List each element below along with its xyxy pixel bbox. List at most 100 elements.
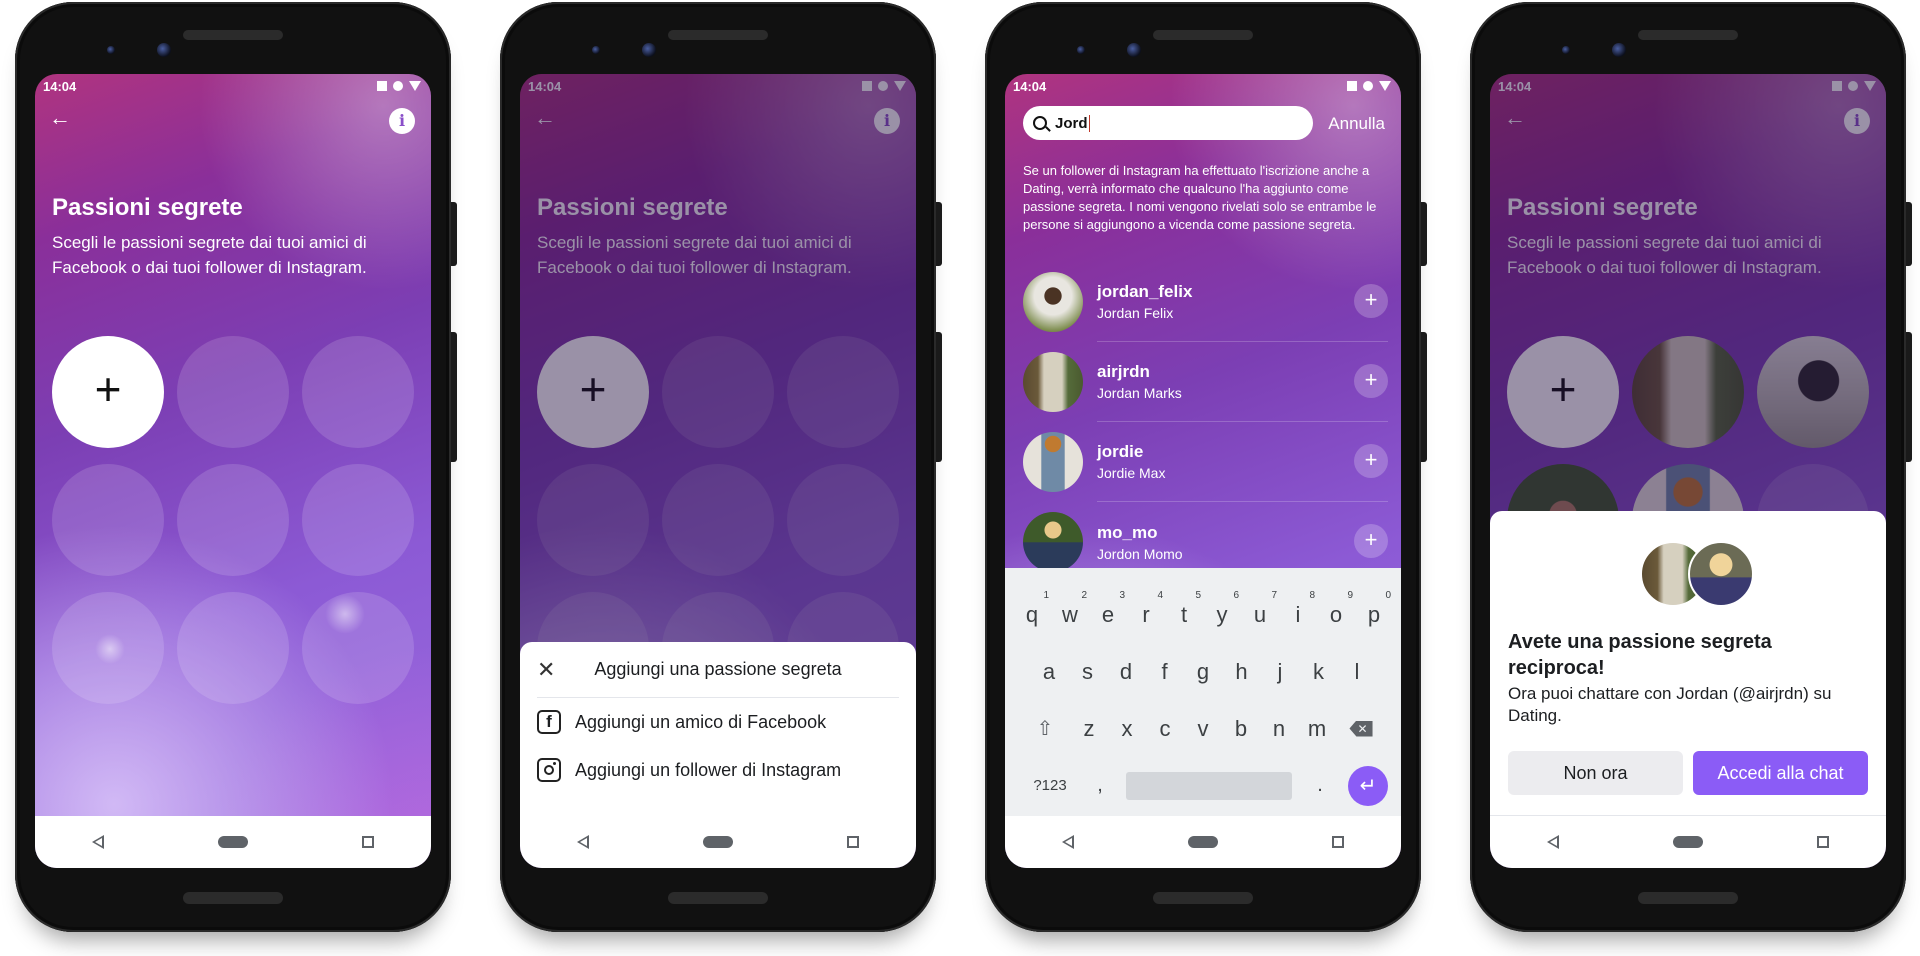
system-nav-bar [35,816,431,868]
add-button[interactable]: + [1354,284,1388,318]
list-item[interactable]: airjrdn Jordan Marks + [1023,342,1388,422]
key-q[interactable]: q1 [1013,590,1051,628]
option-label: Aggiungi un follower di Instagram [575,759,842,780]
key-o[interactable]: o9 [1317,590,1355,628]
key-hint: 6 [1233,589,1239,601]
match-title: Avete una passione segreta reciproca! [1508,631,1772,679]
nav-back-icon[interactable] [577,835,589,849]
key-d[interactable]: d [1107,659,1146,685]
nav-recents-icon[interactable] [1332,836,1344,848]
key-hint: 2 [1081,589,1087,601]
wifi-icon [1379,81,1391,91]
volume-button [451,332,457,462]
key-l[interactable]: l [1338,659,1377,685]
front-camera [1612,43,1626,57]
key-v[interactable]: v [1184,716,1222,742]
speaker [183,892,283,904]
cancel-button[interactable]: Annulla [1328,114,1385,134]
nav-home-icon[interactable] [703,836,733,848]
speaker [1153,892,1253,904]
key-c[interactable]: c [1146,716,1184,742]
status-bar: 14:04 [35,74,431,98]
key-i[interactable]: i8 [1279,590,1317,628]
wifi-icon [409,81,421,91]
key-e[interactable]: e3 [1089,590,1127,628]
speaker [1638,892,1738,904]
privacy-info-text: Se un follower di Instagram ha effettuat… [1023,163,1377,232]
empty-slot [302,464,414,576]
add-facebook-friend-option[interactable]: f Aggiungi un amico di Facebook [537,698,899,746]
key-t[interactable]: t5 [1165,590,1203,628]
nav-home-icon[interactable] [1673,836,1703,848]
username: mo_mo [1097,522,1158,542]
add-crush-button[interactable]: + [52,336,164,448]
add-instagram-follower-option[interactable]: Aggiungi un follower di Instagram [537,746,899,794]
list-item[interactable]: jordie Jordie Max + [1023,422,1388,502]
open-chat-button[interactable]: Accedi alla chat [1693,751,1868,795]
key-u[interactable]: u7 [1241,590,1279,628]
nav-back-icon[interactable] [1062,835,1074,849]
enter-key[interactable]: ↵ [1348,765,1388,806]
front-camera [1127,43,1141,57]
arrow-left-icon[interactable]: ← [49,107,73,129]
nav-home-icon[interactable] [218,836,248,848]
nav-recents-icon[interactable] [362,836,374,848]
match-text: Ora puoi chattare con Jordan (@airjrdn) … [1508,684,1832,725]
key-r[interactable]: r4 [1127,590,1165,628]
nav-back-icon[interactable] [92,835,104,849]
close-icon[interactable]: ✕ [537,657,559,683]
key-z[interactable]: z [1070,716,1108,742]
instagram-icon [537,758,561,782]
key-h[interactable]: h [1222,659,1261,685]
not-now-button[interactable]: Non ora [1508,751,1683,795]
front-sensor [1562,46,1570,54]
list-item[interactable]: jordan_felix Jordan Felix + [1023,262,1388,342]
signal-icon [393,81,403,91]
sheet-title: Aggiungi una passione segreta [594,659,842,679]
comma-key[interactable]: , [1082,774,1118,797]
match-avatars [1508,541,1868,607]
sheet-header: ✕ Aggiungi una passione segreta [537,642,899,698]
avatar [1023,432,1083,492]
symbols-key[interactable]: ?123 [1018,777,1082,794]
nav-back-icon[interactable] [1547,835,1559,849]
volume-button [1906,332,1912,462]
front-sensor [1077,46,1085,54]
earpiece [1153,30,1253,40]
key-x[interactable]: x [1108,716,1146,742]
phone-search: 14:04 Jord Annulla Se un follower di Ins… [985,2,1427,932]
key-k[interactable]: k [1299,659,1338,685]
avatar [1023,272,1083,332]
empty-slot [177,464,289,576]
key-g[interactable]: g [1184,659,1223,685]
key-a[interactable]: a [1030,659,1069,685]
key-n[interactable]: n [1260,716,1298,742]
match-actions: Non ora Accedi alla chat [1508,751,1868,795]
nav-home-icon[interactable] [1188,836,1218,848]
phone-add-sheet: 14:04 ← i Passioni segrete Scegli le pas… [500,2,942,932]
key-y[interactable]: y6 [1203,590,1241,628]
search-input[interactable]: Jord [1023,106,1313,140]
key-label: o [1329,601,1343,627]
username: jordie [1097,442,1144,461]
add-button[interactable]: + [1354,444,1388,478]
shift-key[interactable]: ⇧ [1020,716,1070,741]
key-p[interactable]: p0 [1355,590,1393,628]
avatar [1688,541,1754,607]
add-button[interactable]: + [1354,524,1388,558]
add-button[interactable]: + [1354,364,1388,398]
backspace-key[interactable]: ✕ [1336,720,1386,738]
screen: 14:04 ← i Passioni segrete Scegli le pas… [35,74,431,868]
key-f[interactable]: f [1145,659,1184,685]
period-key[interactable]: . [1300,774,1340,797]
full-name: Jordan Marks [1097,385,1182,401]
nav-recents-icon[interactable] [1817,836,1829,848]
key-s[interactable]: s [1068,659,1107,685]
space-key[interactable] [1126,771,1292,800]
key-b[interactable]: b [1222,716,1260,742]
info-icon[interactable]: i [389,108,415,134]
key-w[interactable]: w2 [1051,590,1089,628]
key-j[interactable]: j [1261,659,1300,685]
nav-recents-icon[interactable] [847,836,859,848]
key-m[interactable]: m [1298,716,1336,742]
